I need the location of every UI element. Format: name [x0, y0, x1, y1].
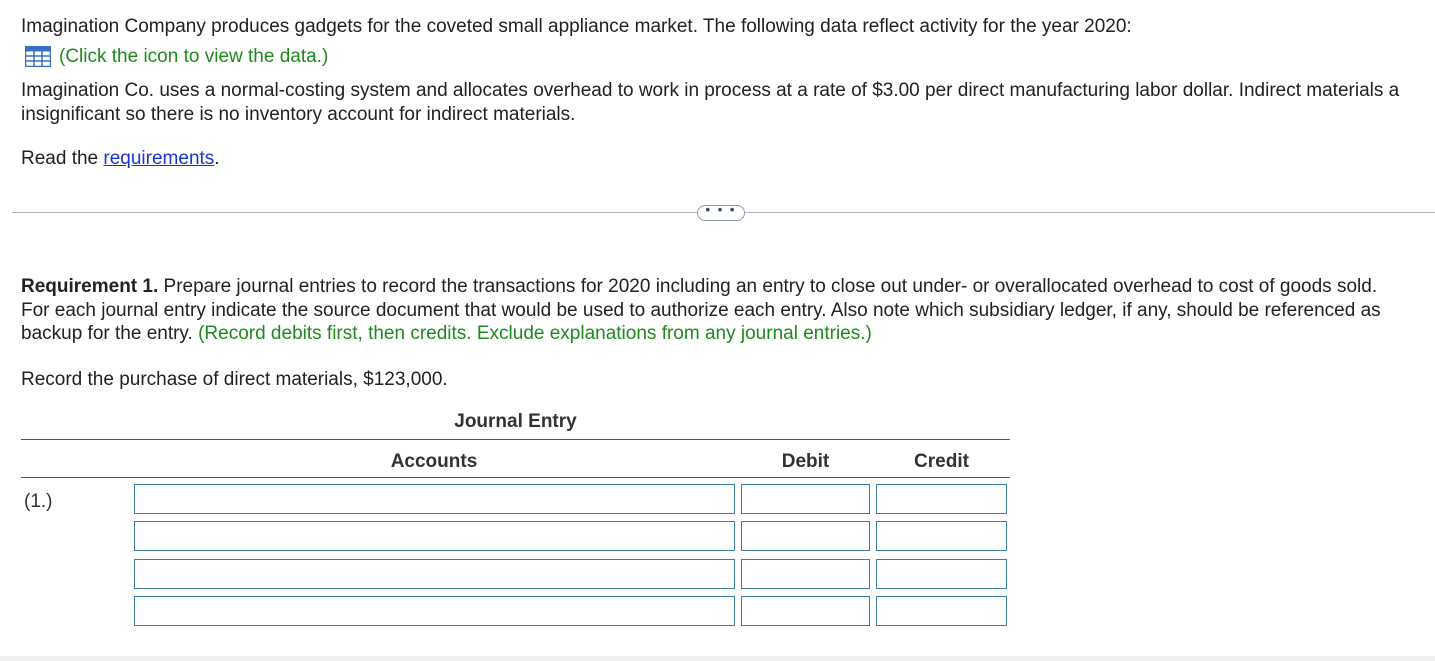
- table-header-rule: [21, 477, 1010, 478]
- intro-text: Imagination Company produces gadgets for…: [21, 16, 1132, 37]
- credit-input-row-4[interactable]: [876, 596, 1007, 626]
- spreadsheet-grid-icon[interactable]: [25, 46, 51, 67]
- page: Imagination Company produces gadgets for…: [0, 0, 1435, 661]
- read-prefix: Read the: [21, 148, 104, 169]
- requirement-line-2: For each journal entry indicate the sour…: [21, 300, 1381, 321]
- credit-column-header: Credit: [914, 451, 969, 472]
- account-input-row-2[interactable]: [134, 521, 735, 551]
- debit-input-row-3[interactable]: [741, 559, 870, 589]
- debit-input-row-2[interactable]: [741, 521, 870, 551]
- requirement-label: Requirement 1.: [21, 276, 159, 297]
- table-top-rule: [21, 439, 1010, 440]
- debit-input-row-4[interactable]: [741, 596, 870, 626]
- costing-paragraph-line-2: insignificant so there is no inventory a…: [21, 104, 576, 125]
- requirement-line-1: Requirement 1. Prepare journal entries t…: [21, 275, 1377, 298]
- read-suffix: .: [214, 148, 220, 169]
- bottom-strip: [0, 656, 1435, 661]
- requirement-line-3-start: backup for the entry.: [21, 323, 199, 344]
- credit-input-row-3[interactable]: [876, 559, 1007, 589]
- account-input-row-1[interactable]: [134, 484, 735, 514]
- credit-input-row-1[interactable]: [876, 484, 1007, 514]
- credit-input-row-2[interactable]: [876, 521, 1007, 551]
- account-input-row-4[interactable]: [134, 596, 735, 626]
- costing-paragraph-line-1: Imagination Co. uses a normal-costing sy…: [21, 80, 1400, 101]
- requirement-text: Prepare journal entries to record the tr…: [158, 276, 1378, 297]
- expand-more-button[interactable]: • • •: [697, 202, 745, 221]
- requirement-instructions: (Record debits first, then credits. Excl…: [198, 323, 872, 344]
- journal-entry-title: Journal Entry: [454, 411, 577, 432]
- entry-number: (1.): [24, 491, 53, 512]
- debit-input-row-1[interactable]: [741, 484, 870, 514]
- debit-column-header: Debit: [781, 451, 830, 472]
- ellipsis-icon: • • •: [705, 202, 737, 217]
- account-input-row-3[interactable]: [134, 559, 735, 589]
- task-prompt: Record the purchase of direct materials,…: [21, 369, 448, 390]
- requirements-link[interactable]: requirements: [103, 148, 214, 169]
- requirement-line-3: backup for the entry. (Record debits fir…: [21, 322, 872, 345]
- read-requirements-line: Read the requirements.: [21, 147, 220, 170]
- view-data-link[interactable]: (Click the icon to view the data.): [59, 45, 328, 68]
- accounts-column-header: Accounts: [390, 451, 478, 472]
